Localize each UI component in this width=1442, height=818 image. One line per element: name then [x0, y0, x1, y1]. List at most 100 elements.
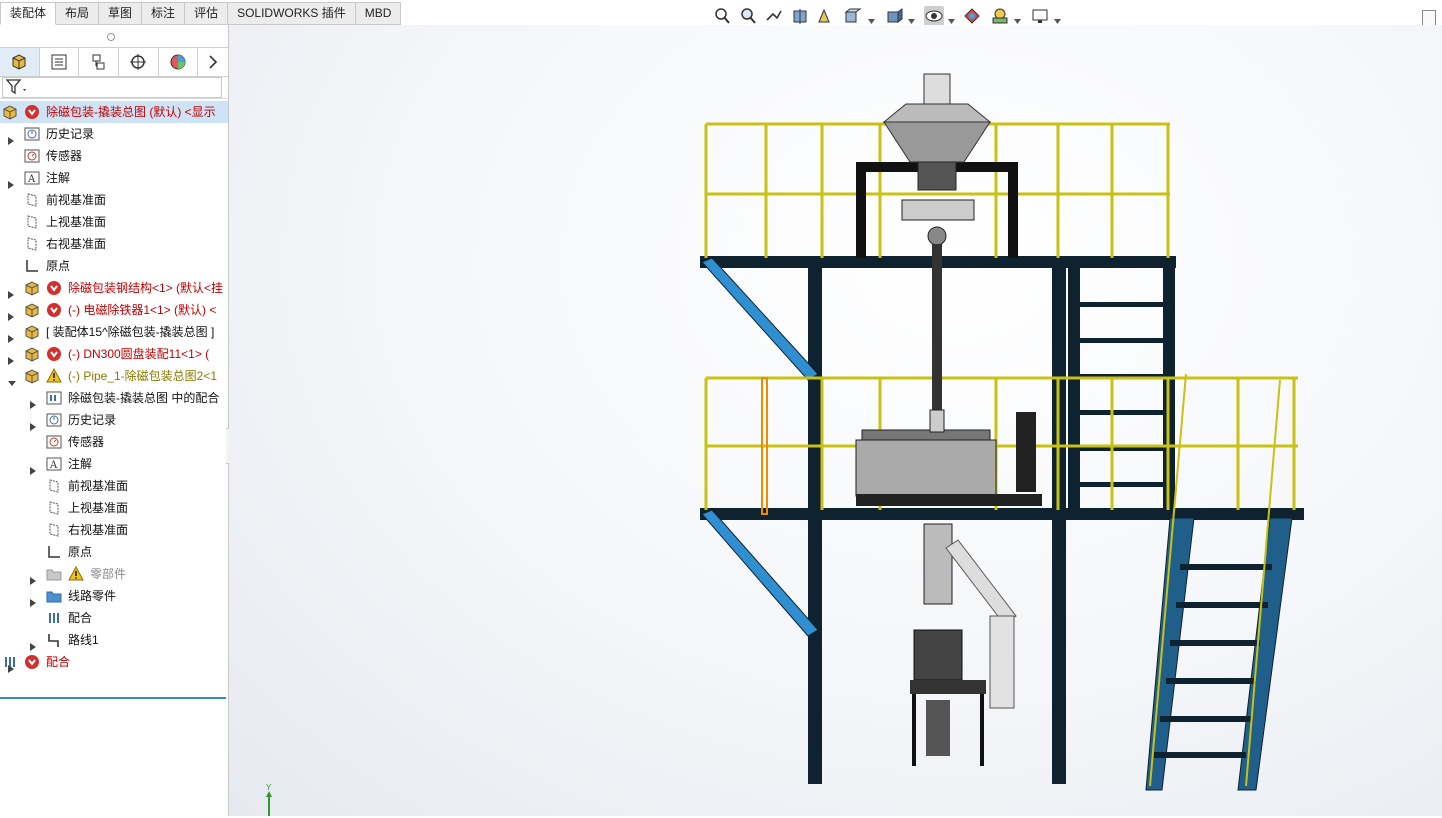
expand-closed-icon[interactable] [8, 306, 14, 321]
assembly-icon [24, 346, 40, 362]
more-icon [209, 55, 218, 69]
tree-node[interactable]: 原点 [0, 255, 228, 277]
tree-node[interactable]: 右视基准面 [0, 519, 228, 541]
tree-node-label: 右视基准面 [68, 523, 129, 537]
command-tab[interactable]: SOLIDWORKS 插件 [228, 2, 356, 25]
expand-closed-icon[interactable] [30, 416, 36, 431]
expand-closed-icon[interactable] [30, 394, 36, 409]
annotation-icon: A [24, 170, 40, 186]
plane-icon [46, 500, 62, 516]
chevron-down-icon[interactable] [868, 14, 875, 24]
tree-node[interactable]: 传感器 [0, 431, 228, 453]
svg-text:A: A [49, 460, 58, 471]
expand-closed-icon[interactable] [8, 174, 14, 189]
tree-node[interactable]: 前视基准面 [0, 475, 228, 497]
rollback-bar[interactable] [0, 697, 226, 699]
graphics-area[interactable]: Y [229, 25, 1442, 816]
sensor-icon [46, 434, 62, 450]
command-tab[interactable]: 评估 [185, 2, 229, 25]
expand-closed-icon[interactable] [30, 570, 36, 585]
tree-node[interactable]: [ 装配体15^除磁包装-撬装总图 ] [0, 321, 228, 343]
command-tab[interactable]: 装配体 [0, 2, 57, 25]
dimxpert-icon [130, 54, 147, 70]
top-hopper [882, 73, 992, 246]
tree-node-label: (-) Pipe_1-除磁包装总图2<1 [68, 369, 218, 383]
expand-closed-icon[interactable] [30, 460, 36, 475]
reference-triad: Y [266, 783, 272, 816]
tree-node[interactable]: 前视基准面 [0, 189, 228, 211]
assembly-icon [24, 280, 40, 296]
tree-node-label: [ 装配体15^除磁包装-撬装总图 ] [46, 325, 215, 339]
vertical-ladder [1080, 302, 1164, 487]
column-middle [1052, 262, 1066, 784]
panel-tab-strip [0, 47, 228, 77]
tree-node-label: 历史记录 [68, 413, 117, 427]
column-ladder-left [1068, 258, 1080, 514]
filter-icon[interactable] [5, 78, 31, 96]
expand-closed-icon[interactable] [8, 284, 14, 299]
tree-node[interactable]: 线路零件 [0, 585, 228, 607]
feature-tree: 除磁包装-撬装总图 (默认) <显示 历史记录 传感器 A 注解 前视基准面 上视基准面 右视… [0, 101, 228, 673]
origin-icon [24, 258, 40, 274]
mates-icon [46, 610, 62, 626]
collapse-panel-button[interactable] [1422, 10, 1436, 26]
command-tab[interactable]: 标注 [142, 2, 186, 25]
tree-node[interactable]: 历史记录 [0, 409, 228, 431]
expand-closed-icon[interactable] [8, 350, 14, 365]
tree-node[interactable]: (-) DN300圆盘装配11<1> ( [0, 343, 228, 365]
tree-node-label: 路线1 [68, 633, 99, 647]
plane-icon [24, 214, 40, 230]
annotation-icon: A [46, 456, 62, 472]
assembly-model[interactable] [229, 25, 1442, 816]
panel-drag-handle[interactable] [107, 33, 115, 41]
origin-icon [46, 544, 62, 560]
tree-node[interactable]: 除磁包装钢结构<1> (默认<挂 [0, 277, 228, 299]
tree-node-label: 上视基准面 [46, 215, 107, 229]
route-icon [46, 632, 62, 648]
panel-tab-configurationmanager[interactable] [79, 48, 119, 76]
mates-folder-icon [46, 390, 62, 406]
chevron-down-icon[interactable] [908, 14, 915, 24]
expand-closed-icon[interactable] [30, 592, 36, 607]
filter-input[interactable] [2, 77, 222, 98]
panel-tab-displaymanager[interactable] [159, 48, 199, 76]
panel-tab-more[interactable] [198, 48, 228, 76]
tree-node[interactable]: 上视基准面 [0, 497, 228, 519]
drop-pipe [932, 244, 942, 414]
triad-y-label: Y [266, 783, 272, 792]
tree-node[interactable]: 原点 [0, 541, 228, 563]
tree-node-label: 原点 [46, 259, 71, 273]
tree-node[interactable]: 历史记录 [0, 123, 228, 145]
tree-node-label: (-) 电磁除铁器1<1> (默认) < [68, 303, 217, 317]
tree-node[interactable]: 传感器 [0, 145, 228, 167]
chevron-down-icon[interactable] [948, 14, 955, 24]
expand-open-icon[interactable] [8, 372, 16, 386]
expand-closed-icon[interactable] [30, 636, 36, 651]
tree-node[interactable]: A 注解 [0, 167, 228, 189]
tree-node[interactable]: 右视基准面 [0, 233, 228, 255]
tree-node[interactable]: 上视基准面 [0, 211, 228, 233]
configurationmanager-icon [92, 54, 105, 70]
tree-node[interactable]: 配合 [0, 651, 228, 673]
tree-node[interactable]: 零部件 [0, 563, 228, 585]
tree-node[interactable]: (-) 电磁除铁器1<1> (默认) < [0, 299, 228, 321]
chevron-down-icon[interactable] [1054, 14, 1061, 24]
tree-node[interactable]: A 注解 [0, 453, 228, 475]
tree-node-label: 注解 [46, 171, 71, 185]
command-tab[interactable]: 布局 [56, 2, 100, 25]
folder-grey-icon [46, 566, 62, 582]
tree-node[interactable]: 路线1 [0, 629, 228, 651]
command-tab[interactable]: MBD [355, 2, 402, 25]
panel-tab-dimxpert[interactable] [119, 48, 159, 76]
panel-tab-propertymanager[interactable] [40, 48, 80, 76]
expand-closed-icon[interactable] [8, 130, 14, 145]
tree-node[interactable]: (-) Pipe_1-除磁包装总图2<1 [0, 365, 228, 387]
command-tab[interactable]: 草图 [99, 2, 143, 25]
tree-node-label: 配合 [68, 611, 93, 625]
tree-node[interactable]: 除磁包装-撬装总图 (默认) <显示 [0, 101, 228, 123]
chevron-down-icon[interactable] [1014, 14, 1021, 24]
tree-node[interactable]: 除磁包装-撬装总图 中的配合 [0, 387, 228, 409]
tree-node[interactable]: 配合 [0, 607, 228, 629]
expand-closed-icon[interactable] [8, 328, 14, 343]
panel-tab-featuremanager[interactable] [0, 48, 40, 76]
